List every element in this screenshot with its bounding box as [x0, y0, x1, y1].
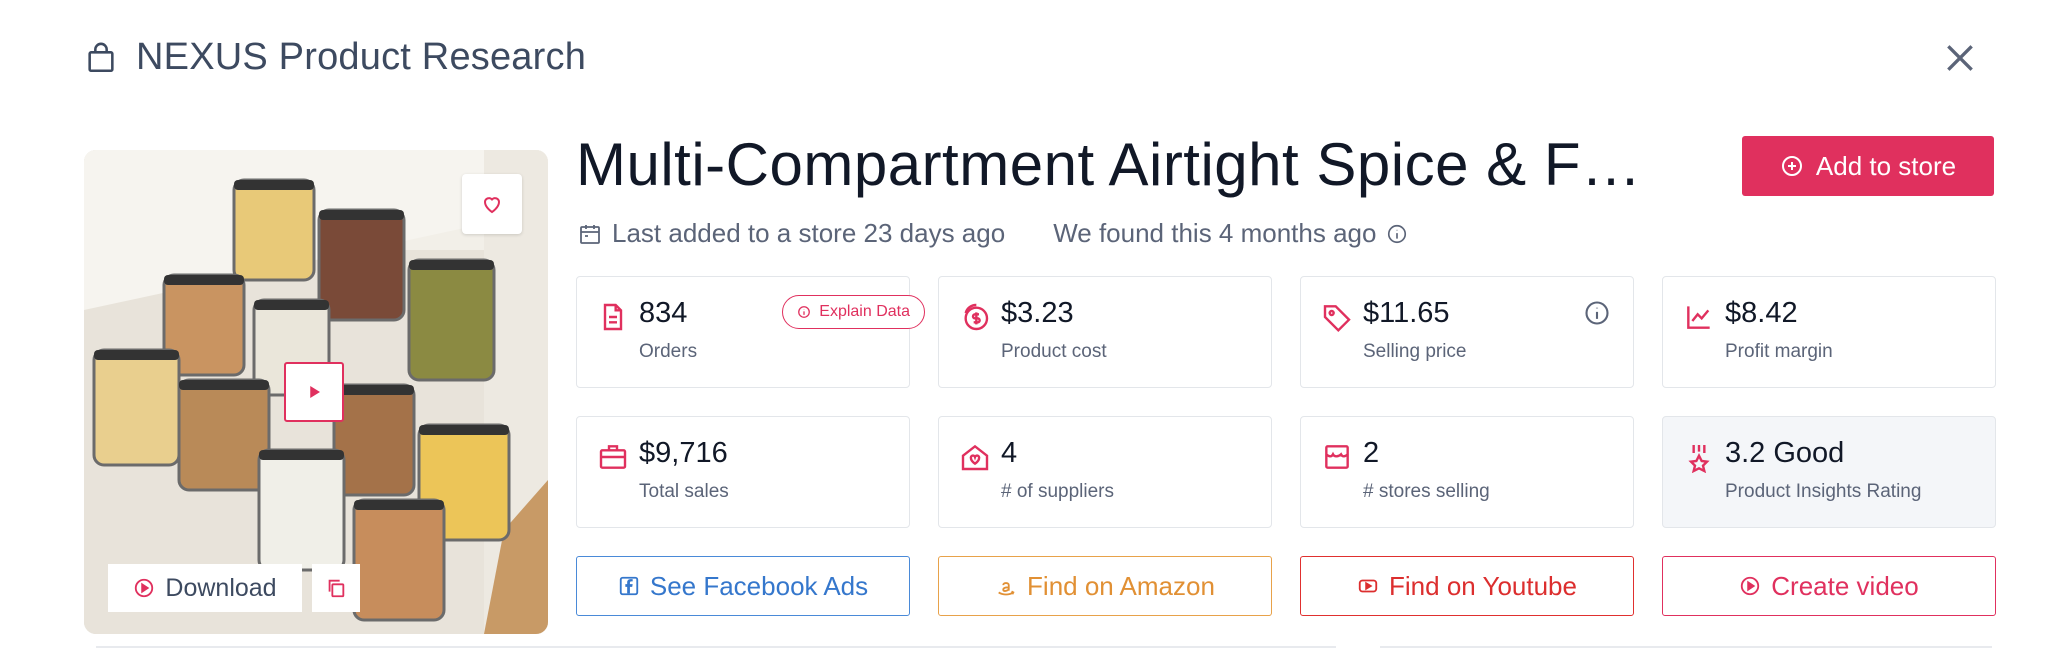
- info-icon: [798, 306, 811, 318]
- store-icon: [1325, 445, 1349, 469]
- facebook-icon: [619, 576, 639, 596]
- explain-data-label: Explain Data: [819, 303, 910, 320]
- download-label: Download: [165, 573, 277, 602]
- product-image: Download: [84, 150, 548, 634]
- create-video-label: Create video: [1771, 570, 1919, 601]
- close-button[interactable]: [1940, 38, 1980, 78]
- stat-label: Profit margin: [1725, 341, 1833, 362]
- supplier-house-icon: [961, 444, 989, 471]
- play-video-button[interactable]: [284, 362, 344, 422]
- chart-icon: [1687, 306, 1710, 329]
- download-button[interactable]: Download: [108, 564, 302, 612]
- youtube-label: Find on Youtube: [1389, 570, 1577, 601]
- copy-icon: [328, 579, 345, 598]
- found-date: We found this 4 months ago: [1053, 218, 1408, 249]
- stat-value: 3.2 Good: [1725, 437, 1845, 469]
- action-buttons: See Facebook Ads Find on Amazon Find on …: [576, 556, 1996, 616]
- info-icon[interactable]: [1583, 299, 1611, 327]
- stat-label: Product Insights Rating: [1725, 481, 1922, 502]
- stat-selling-price: $11.65 Selling price: [1300, 276, 1634, 388]
- stat-value: $8.42: [1725, 297, 1798, 329]
- stat-orders: 834 Orders Explain Data: [576, 276, 925, 388]
- facebook-ads-button[interactable]: See Facebook Ads: [576, 556, 910, 616]
- explain-data-button[interactable]: Explain Data: [782, 295, 925, 329]
- last-added: Last added to a store 23 days ago: [578, 218, 1005, 249]
- play-circle-icon: [135, 578, 154, 598]
- play-icon: [310, 386, 320, 398]
- stat-value: 834: [639, 297, 688, 329]
- stat-stores-selling: 2 # stores selling: [1300, 416, 1634, 528]
- play-circle-icon: [1741, 576, 1760, 596]
- plus-circle-icon: [1781, 156, 1802, 176]
- favorite-button[interactable]: [462, 174, 522, 234]
- last-added-text: Last added to a store 23 days ago: [612, 218, 1006, 248]
- award-icon: [1688, 445, 1710, 473]
- stat-label: # of suppliers: [1001, 481, 1115, 502]
- heart-icon: [483, 197, 501, 214]
- product-title: Multi-Compartment Airtight Spice & F…: [576, 131, 1642, 198]
- stat-label: Product cost: [1001, 341, 1107, 362]
- document-icon: [603, 303, 623, 331]
- stat-suppliers: 4 # of suppliers: [938, 416, 1272, 528]
- amazon-icon: [998, 582, 1015, 596]
- stats-grid: 834 Orders Explain Data $3.23 Product co…: [576, 276, 1996, 528]
- add-to-store-button[interactable]: Add to store: [1742, 136, 1994, 196]
- stat-profit-margin: $8.42 Profit margin: [1662, 276, 1996, 388]
- facebook-ads-label: See Facebook Ads: [649, 570, 869, 601]
- stat-total-sales: $9,716 Total sales: [576, 416, 910, 528]
- stat-value: 4: [1001, 437, 1018, 469]
- tag-icon: [1323, 305, 1351, 333]
- stat-label: Selling price: [1363, 341, 1467, 362]
- product-meta: Last added to a store 23 days ago We fou…: [578, 218, 1408, 249]
- youtube-icon: [1358, 579, 1378, 593]
- modal-header: NEXUS Product Research: [84, 36, 586, 79]
- create-video-button[interactable]: Create video: [1662, 556, 1996, 616]
- stat-label: Total sales: [639, 481, 729, 502]
- coin-icon: [964, 303, 989, 331]
- shopping-bag-icon: [88, 42, 114, 72]
- stat-value: $3.23: [1001, 297, 1074, 329]
- copy-button[interactable]: [312, 564, 360, 612]
- amazon-button[interactable]: Find on Amazon: [938, 556, 1272, 616]
- stat-value: 2: [1363, 437, 1380, 469]
- add-to-store-label: Add to store: [1815, 150, 1957, 181]
- found-text: We found this 4 months ago: [1053, 218, 1377, 248]
- stat-product-cost: $3.23 Product cost: [938, 276, 1272, 388]
- info-icon[interactable]: [1386, 223, 1408, 245]
- modal-title: NEXUS Product Research: [136, 36, 587, 78]
- calendar-icon: [580, 224, 600, 244]
- briefcase-icon: [599, 445, 627, 469]
- close-icon: [1947, 45, 1973, 71]
- stat-label: Orders: [639, 341, 698, 362]
- stat-insights-rating: 3.2 Good Product Insights Rating: [1662, 416, 1996, 528]
- stat-value: $9,716: [639, 437, 728, 469]
- amazon-label: Find on Amazon: [1027, 570, 1215, 601]
- stat-value: $11.65: [1363, 297, 1450, 329]
- stat-label: # stores selling: [1363, 481, 1490, 502]
- youtube-button[interactable]: Find on Youtube: [1300, 556, 1634, 616]
